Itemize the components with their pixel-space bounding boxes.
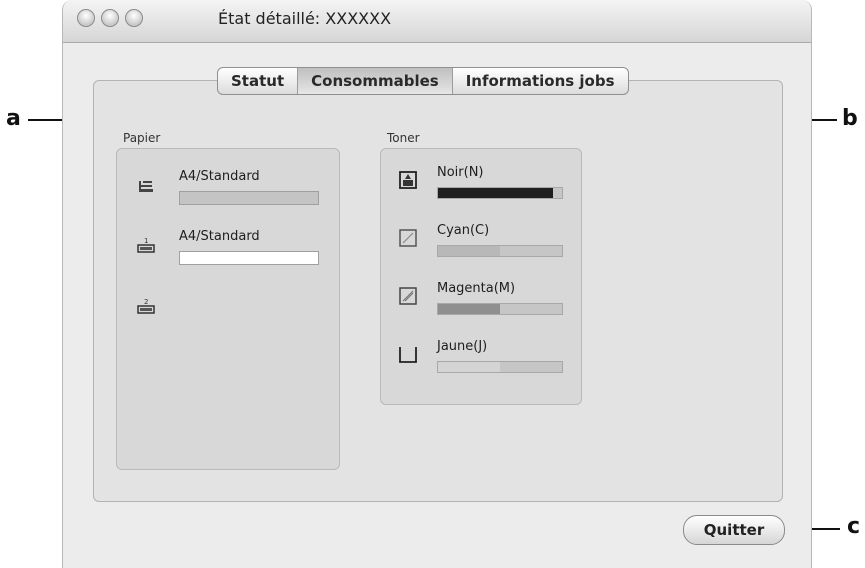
toner-magenta-label: Magenta(M) [437, 281, 516, 296]
title-bar: État détaillé: XXXXXX [63, 0, 811, 43]
minimize-window-button[interactable] [101, 9, 119, 27]
zoom-window-button[interactable] [125, 9, 143, 27]
tray-mp-level-bar [179, 191, 319, 205]
toner-magenta-icon [399, 287, 417, 305]
quit-button[interactable]: Quitter [683, 515, 785, 545]
toner-black-icon [399, 171, 417, 189]
toner-yellow-icon [399, 347, 417, 363]
toner-level-fill [438, 188, 554, 198]
window-title: État détaillé: XXXXXX [218, 9, 392, 28]
svg-text:1: 1 [144, 237, 148, 245]
toner-cyan-level-bar [437, 245, 563, 257]
tab-statut[interactable]: Statut [218, 68, 299, 94]
tab-bar: Statut Consommables Informations jobs [217, 67, 629, 95]
paper-panel: A4/Standard 1 A4/Standard 2 [116, 148, 340, 470]
tray-1-level-bar [179, 251, 319, 265]
callout-b: b [842, 106, 858, 131]
tray-mp-label: A4/Standard [179, 169, 260, 184]
tray-1-label: A4/Standard [179, 229, 260, 244]
tab-informations-jobs[interactable]: Informations jobs [453, 68, 628, 94]
toner-panel: Noir(N) Cyan(C) Magenta(M) Jaune(J) [380, 148, 582, 405]
toner-yellow-level-bar [437, 361, 563, 373]
toner-cyan-icon [399, 229, 417, 247]
toner-level-fill [438, 304, 500, 314]
status-window: État détaillé: XXXXXX Papier A4/Standard… [62, 0, 812, 568]
paper-tray-1-icon: 1 [137, 237, 155, 253]
toner-section-label: Toner [387, 131, 420, 145]
tab-consommables[interactable]: Consommables [298, 68, 453, 94]
paper-section-label: Papier [123, 131, 161, 145]
svg-text:2: 2 [144, 298, 148, 306]
toner-level-fill [438, 246, 500, 256]
close-window-button[interactable] [77, 9, 95, 27]
paper-tray-mp-icon [139, 181, 153, 192]
callout-c: c [847, 514, 861, 539]
paper-tray-2-icon: 2 [137, 298, 155, 314]
consumables-group: Papier A4/Standard 1 A4/Standard 2 Toner… [93, 80, 783, 502]
toner-black-label: Noir(N) [437, 165, 484, 180]
callout-a: a [6, 106, 21, 131]
toner-black-level-bar [437, 187, 563, 199]
toner-level-fill [438, 362, 500, 372]
toner-cyan-label: Cyan(C) [437, 223, 490, 238]
toner-yellow-label: Jaune(J) [437, 339, 488, 354]
toner-magenta-level-bar [437, 303, 563, 315]
